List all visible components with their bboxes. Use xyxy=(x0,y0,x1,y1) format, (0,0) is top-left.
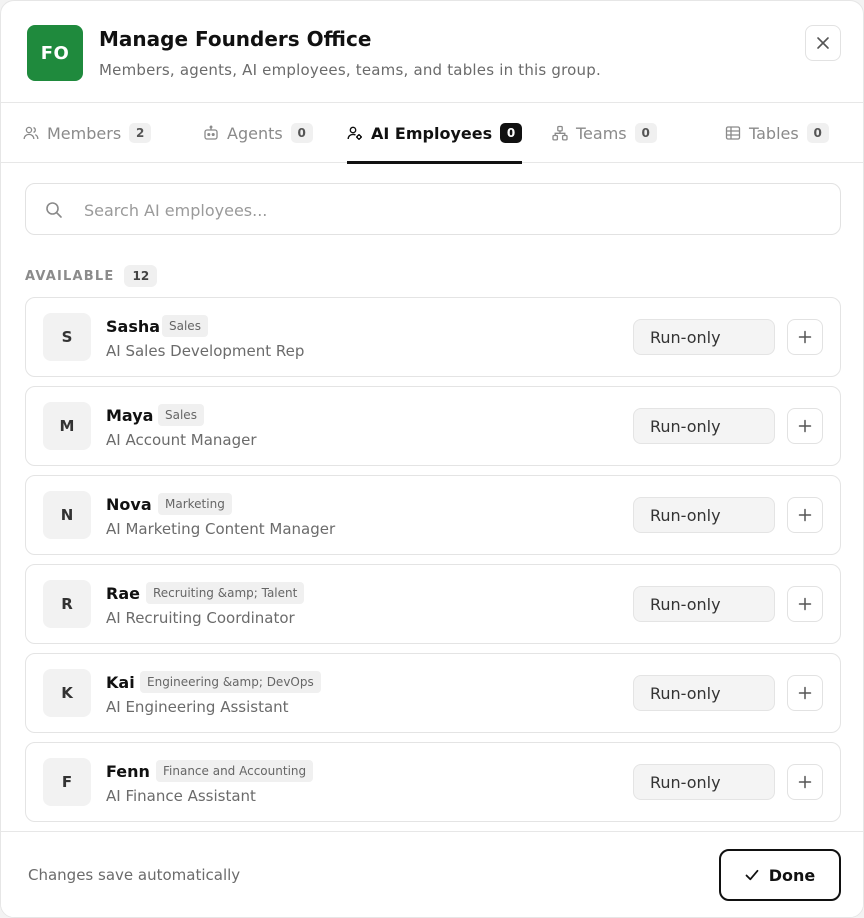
autosave-note: Changes save automatically xyxy=(28,866,241,884)
manage-group-dialog: FO Manage Founders Office Members, agent… xyxy=(0,0,864,918)
employee-name: Rae xyxy=(106,584,140,603)
permission-select[interactable]: Run-only xyxy=(633,675,775,711)
department-tag: Finance and Accounting xyxy=(156,760,314,782)
employee-name: Fenn xyxy=(106,762,150,781)
plus-icon xyxy=(798,419,812,433)
bot-icon xyxy=(203,125,219,141)
employee-role: AI Engineering Assistant xyxy=(106,698,289,716)
permission-select[interactable]: Run-only xyxy=(633,586,775,622)
employee-role: AI Recruiting Coordinator xyxy=(106,609,295,627)
list-item: R Rae Recruiting &amp; Talent AI Recruit… xyxy=(25,564,841,644)
permission-select[interactable]: Run-only xyxy=(633,497,775,533)
tab-label: Members xyxy=(47,123,122,143)
done-button[interactable]: Done xyxy=(719,849,841,901)
plus-icon xyxy=(798,508,812,522)
tab-label: Tables xyxy=(749,123,799,143)
avatar: K xyxy=(43,669,91,717)
plus-icon xyxy=(798,330,812,344)
department-tag: Sales xyxy=(162,315,208,337)
search-input[interactable] xyxy=(84,194,824,226)
employee-role: AI Marketing Content Manager xyxy=(106,520,336,538)
employee-role: AI Finance Assistant xyxy=(106,787,256,805)
avatar: F xyxy=(43,758,91,806)
search-icon xyxy=(46,202,62,218)
list-item: K Kai Engineering &amp; DevOps AI Engine… xyxy=(25,653,841,733)
available-label: AVAILABLE xyxy=(25,268,115,284)
tab-label: Agents xyxy=(227,123,283,143)
dialog-footer: Changes save automatically Done xyxy=(1,831,863,917)
tab-label: Teams xyxy=(576,123,627,143)
add-employee-button[interactable] xyxy=(787,586,823,622)
add-employee-button[interactable] xyxy=(787,675,823,711)
user-cog-icon xyxy=(347,125,363,141)
close-button[interactable] xyxy=(805,25,841,61)
tab-members[interactable]: Members 2 xyxy=(23,103,152,163)
department-tag: Engineering &amp; DevOps xyxy=(140,671,321,693)
plus-icon xyxy=(798,775,812,789)
available-section-header: AVAILABLE 12 xyxy=(25,265,158,287)
employee-name: Kai xyxy=(106,673,135,692)
group-avatar: FO xyxy=(27,25,83,81)
tab-count: 0 xyxy=(634,123,657,143)
network-icon xyxy=(552,125,568,141)
tab-ai-employees[interactable]: AI Employees 0 xyxy=(347,103,523,164)
plus-icon xyxy=(798,686,812,700)
available-count: 12 xyxy=(124,265,158,287)
users-icon xyxy=(23,125,39,141)
permission-select[interactable]: Run-only xyxy=(633,764,775,800)
dialog-subtitle: Members, agents, AI employees, teams, an… xyxy=(99,61,601,79)
avatar: S xyxy=(43,313,91,361)
avatar: R xyxy=(43,580,91,628)
employee-role: AI Sales Development Rep xyxy=(106,342,305,360)
avatar: N xyxy=(43,491,91,539)
add-employee-button[interactable] xyxy=(787,319,823,355)
tab-count: 0 xyxy=(500,123,523,143)
employee-name: Sasha xyxy=(106,317,161,336)
tab-count: 2 xyxy=(129,123,152,143)
department-tag: Sales xyxy=(158,404,204,426)
employee-name: Nova xyxy=(106,495,152,514)
tab-tables[interactable]: Tables 0 xyxy=(725,103,829,163)
employee-role: AI Account Manager xyxy=(106,431,257,449)
tab-label: AI Employees xyxy=(371,123,493,143)
employee-list: S Sasha Sales AI Sales Development Rep R… xyxy=(25,297,841,831)
tab-count: 0 xyxy=(290,123,313,143)
tab-teams[interactable]: Teams 0 xyxy=(552,103,657,163)
tab-bar: Members 2 Agents 0 AI Employees 0 Teams … xyxy=(1,103,863,164)
avatar: M xyxy=(43,402,91,450)
dialog-title: Manage Founders Office xyxy=(99,27,372,51)
list-item: M Maya Sales AI Account Manager Run-only xyxy=(25,386,841,466)
add-employee-button[interactable] xyxy=(787,497,823,533)
check-icon xyxy=(745,869,759,881)
table-icon xyxy=(725,125,741,141)
plus-icon xyxy=(798,597,812,611)
department-tag: Marketing xyxy=(158,493,232,515)
list-item: S Sasha Sales AI Sales Development Rep R… xyxy=(25,297,841,377)
department-tag: Recruiting &amp; Talent xyxy=(146,582,305,604)
search-box xyxy=(25,183,841,235)
add-employee-button[interactable] xyxy=(787,408,823,444)
add-employee-button[interactable] xyxy=(787,764,823,800)
list-item: N Nova Marketing AI Marketing Content Ma… xyxy=(25,475,841,555)
tab-agents[interactable]: Agents 0 xyxy=(203,103,313,163)
close-icon xyxy=(817,37,829,49)
employee-name: Maya xyxy=(106,406,154,425)
list-item: F Fenn Finance and Accounting AI Finance… xyxy=(25,742,841,822)
permission-select[interactable]: Run-only xyxy=(633,408,775,444)
done-label: Done xyxy=(768,865,816,885)
dialog-header: FO Manage Founders Office Members, agent… xyxy=(1,1,863,103)
tab-count: 0 xyxy=(806,123,829,143)
permission-select[interactable]: Run-only xyxy=(633,319,775,355)
